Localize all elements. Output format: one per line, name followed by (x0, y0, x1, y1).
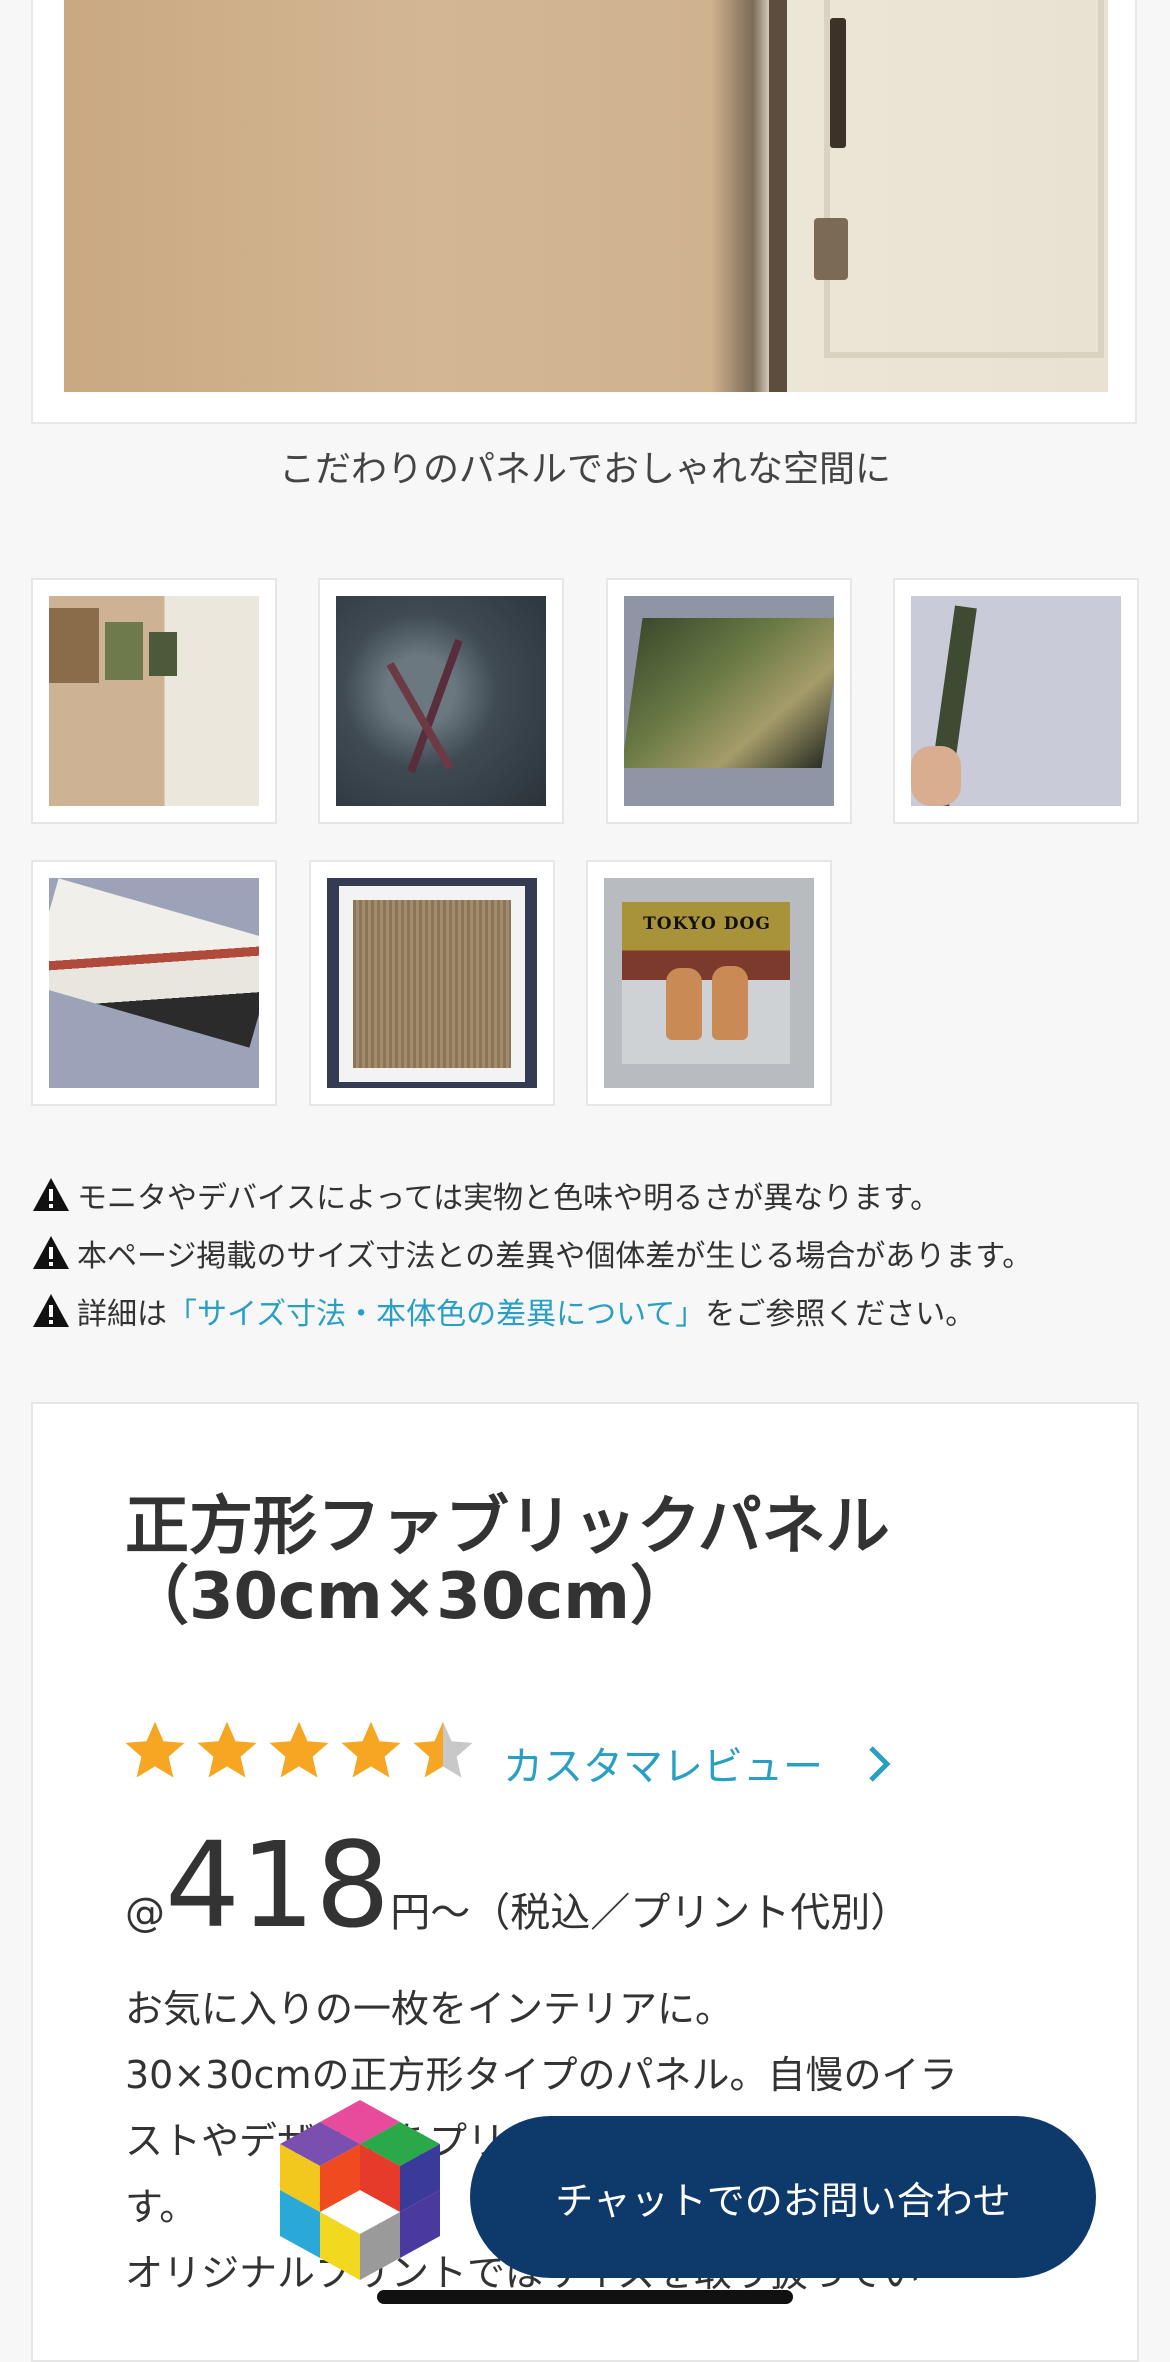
price-suffix: 円～（税込／プリント代別） (390, 1890, 911, 1936)
star-full-icon (197, 1721, 257, 1778)
thumb-image: TOKYO DOG (604, 878, 814, 1088)
thumb-image (911, 596, 1121, 806)
thumb-panel-back[interactable] (309, 860, 555, 1106)
size-difference-link[interactable]: 「サイズ寸法・本体色の差異について」 (167, 1289, 705, 1333)
hero-image (64, 0, 1108, 392)
thumb-tokyo-dog[interactable]: TOKYO DOG (586, 860, 832, 1106)
description-line: 30×30cmの正方形タイプのパネル。自慢のイラ (125, 2053, 958, 2097)
thumb-image (336, 596, 546, 806)
notice-text: モニタやデバイスによっては実物と色味や明るさが異なります。 (77, 1181, 941, 1216)
product-title: 正方形ファブリックパネル （30cm×30cm） (125, 1492, 1045, 1632)
notice-item: 詳細は 「サイズ寸法・本体色の差異について」 をご参照ください。 (31, 1282, 1151, 1340)
price: @418円～（税込／プリント代別） (125, 1826, 910, 1944)
notice-item: 本ページ掲載のサイズ寸法との差異や個体差が生じる場合があります。 (31, 1224, 1151, 1282)
customer-review-link[interactable]: カスタマレビュー (503, 1734, 823, 1792)
price-amount: 418 (165, 1816, 391, 1954)
door-panel (824, 0, 1104, 358)
door-edge (769, 0, 787, 392)
cube-logo-icon[interactable] (280, 2100, 440, 2280)
hero-caption: こだわりのパネルでおしゃれな空間に (278, 449, 891, 490)
thumb-image (49, 596, 259, 806)
star-full-icon (341, 1721, 401, 1778)
thumb-image (327, 878, 537, 1088)
warning-icon (33, 1236, 69, 1269)
notice-text-prefix: 詳細は (77, 1297, 167, 1332)
thumb-canvas-side[interactable] (31, 860, 277, 1106)
description-line: お気に入りの一枚をインテリアに。 (125, 1987, 734, 2031)
chat-inquiry-button[interactable]: チャットでのお問い合わせ (470, 2116, 1096, 2278)
thumb-image (624, 596, 834, 806)
star-half-icon (413, 1721, 473, 1778)
thumb-hanging-panel[interactable] (893, 578, 1139, 824)
notice-text-suffix: をご参照ください。 (705, 1297, 976, 1332)
warning-icon (33, 1178, 69, 1211)
product-title-line2: （30cm×30cm） (125, 1560, 694, 1634)
star-full-icon (269, 1721, 329, 1778)
chevron-right-icon[interactable] (865, 1744, 893, 1784)
rating-stars (121, 1716, 481, 1784)
notice-text: 本ページ掲載のサイズ寸法との差異や個体差が生じる場合があります。 (77, 1239, 1033, 1274)
star-full-icon (125, 1721, 185, 1778)
notice-item: モニタやデバイスによっては実物と色味や明るさが異なります。 (31, 1166, 1151, 1224)
thumb-plant-closeup[interactable] (318, 578, 564, 824)
price-prefix: @ (125, 1890, 165, 1936)
warning-icon (33, 1294, 69, 1327)
hero-image-frame (31, 0, 1137, 424)
notice-list: モニタやデバイスによっては実物と色味や明るさが異なります。 本ページ掲載のサイズ… (31, 1166, 1151, 1340)
thumb-image (49, 878, 259, 1088)
door-latch (814, 218, 848, 280)
product-title-line1: 正方形ファブリックパネル (125, 1490, 890, 1564)
tokyo-dog-logo: TOKYO DOG (643, 914, 771, 934)
home-indicator[interactable] (377, 2290, 793, 2304)
thumb-canvas-angle[interactable] (606, 578, 852, 824)
door-hinge (830, 18, 846, 148)
thumb-wall-gallery[interactable] (31, 578, 277, 824)
